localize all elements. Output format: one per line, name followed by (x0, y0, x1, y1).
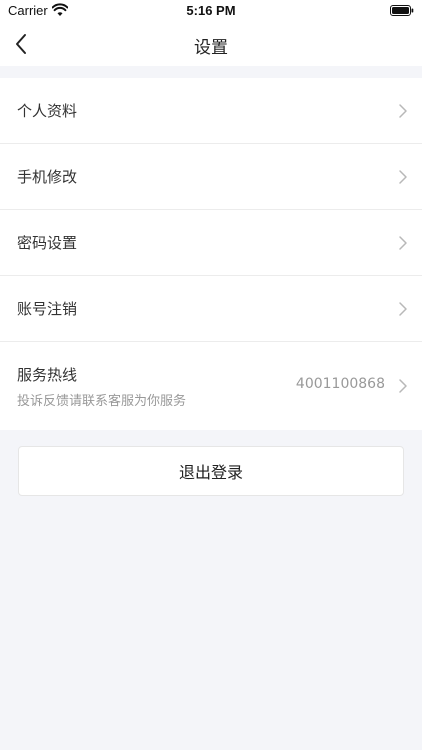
settings-item-hotline[interactable]: 服务热线 投诉反馈请联系客服为你服务 4001100868 (0, 342, 422, 430)
battery-icon (390, 5, 414, 16)
settings-list: 个人资料 手机修改 密码设置 账号注销 服务热线 投诉反馈请联系客服为你服务 4… (0, 78, 422, 430)
settings-item-change-phone[interactable]: 手机修改 (0, 144, 422, 210)
logout-button[interactable]: 退出登录 (18, 446, 404, 496)
status-bar: Carrier 5:16 PM (0, 0, 422, 22)
chevron-right-icon (399, 236, 407, 250)
hotline-number: 4001100868 (295, 376, 385, 392)
settings-item-delete-account[interactable]: 账号注销 (0, 276, 422, 342)
chevron-right-icon (399, 379, 407, 393)
settings-item-label: 账号注销 (17, 300, 78, 318)
chevron-right-icon (399, 170, 407, 184)
settings-item-profile[interactable]: 个人资料 (0, 78, 422, 144)
settings-item-label: 密码设置 (17, 234, 78, 252)
settings-item-label: 服务热线 (17, 366, 78, 384)
settings-item-password[interactable]: 密码设置 (0, 210, 422, 276)
hotline-subtitle: 投诉反馈请联系客服为你服务 (17, 394, 187, 409)
settings-item-label: 手机修改 (17, 168, 78, 186)
chevron-right-icon (399, 104, 407, 118)
settings-item-label: 个人资料 (17, 102, 78, 120)
clock: 5:16 PM (186, 3, 236, 18)
navigation-bar: 设置 (0, 22, 422, 66)
chevron-right-icon (399, 302, 407, 316)
page-title: 设置 (194, 38, 228, 58)
